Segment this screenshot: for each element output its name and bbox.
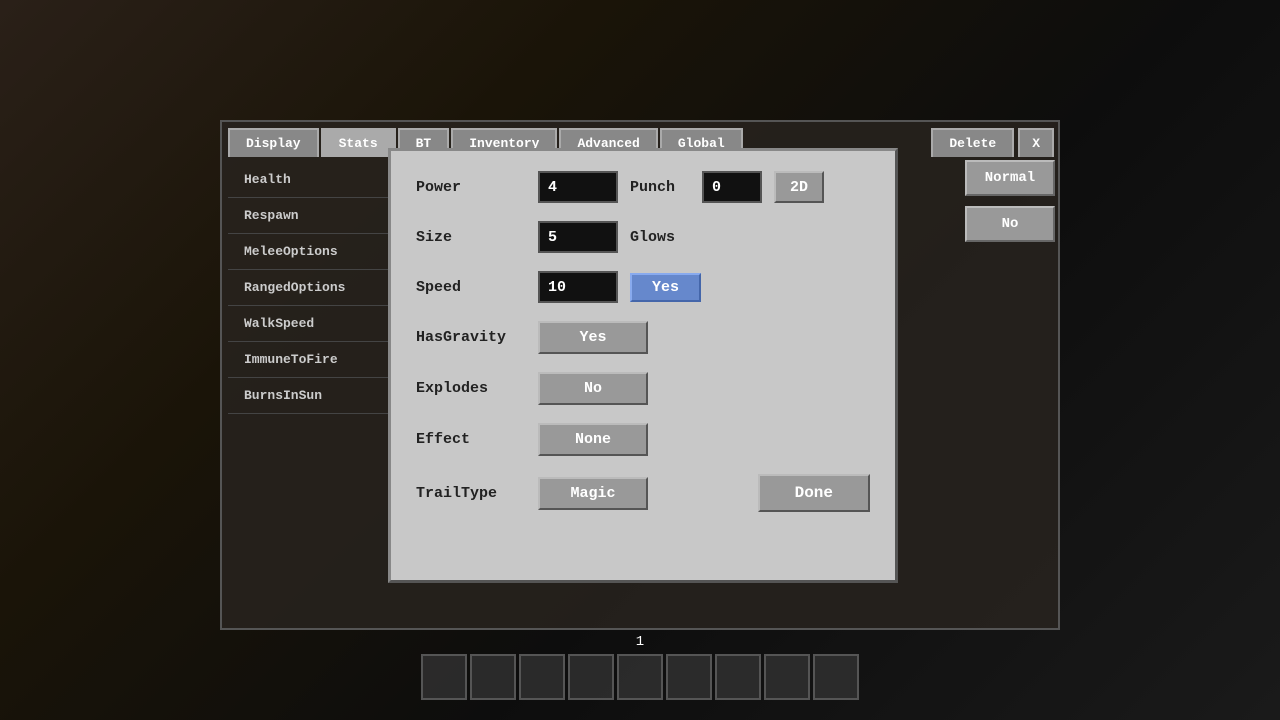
speed-input[interactable] <box>538 271 618 303</box>
hotbar-slot-3[interactable] <box>519 654 565 700</box>
sidebar-item-immunetofire[interactable]: ImmuneToFire <box>228 342 388 378</box>
effect-button[interactable]: None <box>538 423 648 456</box>
punch-input[interactable] <box>702 171 762 203</box>
hasgravity-row: HasGravity Yes <box>416 321 870 354</box>
speed-label: Speed <box>416 279 526 296</box>
no-button[interactable]: No <box>965 206 1055 242</box>
speed-row: Speed Yes <box>416 271 870 303</box>
tab-display[interactable]: Display <box>228 128 319 157</box>
hotbar-slot-2[interactable] <box>470 654 516 700</box>
trailtype-row: TrailType Magic Done <box>416 474 870 512</box>
sidebar-item-walkspeed[interactable]: WalkSpeed <box>228 306 388 342</box>
sidebar: Health Respawn MeleeOptions RangedOption… <box>228 162 388 414</box>
effect-row: Effect None <box>416 423 870 456</box>
done-button[interactable]: Done <box>758 474 870 512</box>
right-panel: Normal No <box>965 160 1055 242</box>
normal-button[interactable]: Normal <box>965 160 1055 196</box>
tab-stats[interactable]: Stats <box>321 128 396 157</box>
hotbar-number: 1 <box>636 634 644 650</box>
trailtype-label: TrailType <box>416 485 526 502</box>
power-label: Power <box>416 179 526 196</box>
hotbar-slot-7[interactable] <box>715 654 761 700</box>
trailtype-button[interactable]: Magic <box>538 477 648 510</box>
size-label: Size <box>416 229 526 246</box>
power-row: Power Punch 2D <box>416 171 870 203</box>
explodes-row: Explodes No <box>416 372 870 405</box>
dialog: Power Punch 2D Size Glows Speed Yes HasG… <box>388 148 898 583</box>
hotbar-slot-1[interactable] <box>421 654 467 700</box>
hotbar <box>421 654 859 700</box>
size-input[interactable] <box>538 221 618 253</box>
hasgravity-button[interactable]: Yes <box>538 321 648 354</box>
hotbar-slot-9[interactable] <box>813 654 859 700</box>
effect-label: Effect <box>416 431 526 448</box>
sidebar-item-respawn[interactable]: Respawn <box>228 198 388 234</box>
glows-label: Glows <box>630 229 710 246</box>
hasgravity-label: HasGravity <box>416 329 526 346</box>
hotbar-slot-4[interactable] <box>568 654 614 700</box>
explodes-button[interactable]: No <box>538 372 648 405</box>
hotbar-slot-8[interactable] <box>764 654 810 700</box>
delete-button[interactable]: Delete <box>931 128 1014 157</box>
speed-yes-button[interactable]: Yes <box>630 273 701 302</box>
power-input[interactable] <box>538 171 618 203</box>
sidebar-item-ranged[interactable]: RangedOptions <box>228 270 388 306</box>
sidebar-item-health[interactable]: Health <box>228 162 388 198</box>
sidebar-item-melee[interactable]: MeleeOptions <box>228 234 388 270</box>
sidebar-item-burnsinsun[interactable]: BurnsInSun <box>228 378 388 414</box>
size-row: Size Glows <box>416 221 870 253</box>
close-button[interactable]: X <box>1018 128 1054 157</box>
hotbar-slot-6[interactable] <box>666 654 712 700</box>
explodes-label: Explodes <box>416 380 526 397</box>
2d-button[interactable]: 2D <box>774 171 824 203</box>
hotbar-slot-5[interactable] <box>617 654 663 700</box>
punch-label: Punch <box>630 179 690 196</box>
